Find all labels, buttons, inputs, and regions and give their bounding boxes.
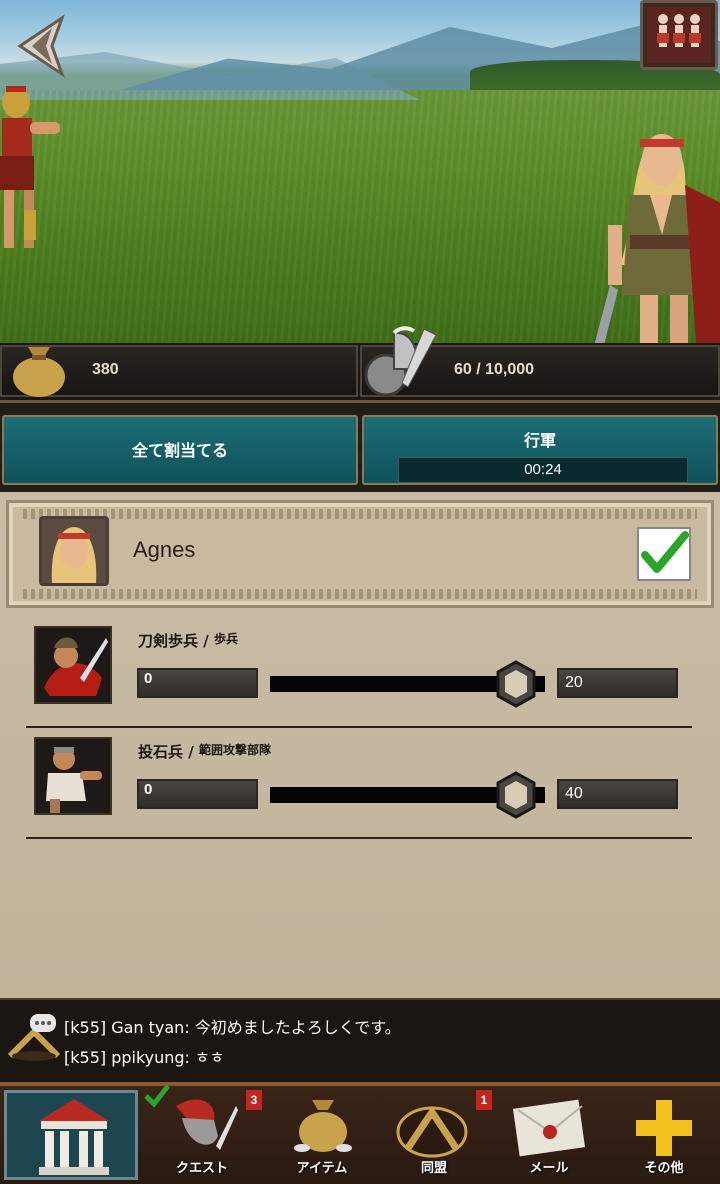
march-label: 行軍 xyxy=(523,431,556,450)
swordsman-icon xyxy=(34,626,112,704)
slider-knob-icon[interactable] xyxy=(494,660,538,708)
quest-badge: 3 xyxy=(246,1090,262,1110)
hero-name: Agnes xyxy=(133,537,196,562)
row-divider xyxy=(26,726,692,728)
plus-icon xyxy=(636,1100,692,1156)
hero-select-checkbox[interactable] xyxy=(637,527,691,581)
chat-panel[interactable]: [k55] Gan tyan: 今初めましたよろしくです。 [k55] ppik… xyxy=(0,998,720,1084)
chat-message: [k55] ppikyung: ㅎㅎ xyxy=(64,1048,225,1067)
nav-item-label: アイテム xyxy=(296,1161,348,1176)
spartan-warrior-figure xyxy=(0,86,60,248)
available-count-input[interactable]: 40 xyxy=(557,779,678,809)
assigned-count: 0 xyxy=(137,779,258,809)
assign-all-label: 全て割当てる xyxy=(131,441,228,460)
nav-alliance-label: 同盟 xyxy=(420,1161,447,1176)
march-timer: 00:24 xyxy=(398,457,688,483)
unit-row-slinger: 投石兵 / 範囲攻撃部隊 0 40 xyxy=(0,731,720,841)
available-count-input[interactable]: 20 xyxy=(557,668,678,698)
unit-type: 範囲攻撃部隊 xyxy=(198,743,271,757)
nav-quest[interactable]: 3 クエスト xyxy=(142,1084,262,1180)
checkmark-icon xyxy=(641,531,689,573)
hero-card[interactable]: Agnes xyxy=(6,500,714,608)
envelope-icon xyxy=(512,1099,586,1157)
nav-other[interactable]: その他 xyxy=(608,1090,720,1180)
army-formation-button[interactable] xyxy=(640,0,718,70)
slider-knob-icon[interactable] xyxy=(494,771,538,819)
nav-alliance[interactable]: 1 同盟 xyxy=(376,1090,492,1180)
nav-quest-label: クエスト xyxy=(175,1161,228,1176)
back-arrow-icon[interactable] xyxy=(14,14,70,78)
spartan-helmet-icon xyxy=(176,1099,238,1150)
hero-avatar xyxy=(39,516,109,586)
bottom-nav: 3 クエスト アイテム 1 同盟 メール その他 xyxy=(0,1082,720,1184)
row-divider xyxy=(26,837,692,839)
resource-bar: 380 60 / 10,000 xyxy=(0,326,720,400)
assigned-count: 0 xyxy=(137,668,258,698)
assignment-panel: Agnes 刀剣歩兵 / 歩兵 0 20 投石兵 / 範囲攻撃部隊 0 40 xyxy=(0,492,720,998)
unit-row-swordsman: 刀剣歩兵 / 歩兵 0 20 xyxy=(0,620,720,730)
greek-border-bottom xyxy=(23,589,697,599)
march-button[interactable]: 行軍 00:24 xyxy=(362,415,718,485)
unit-name: 投石兵 / 範囲攻撃部隊 xyxy=(138,741,271,762)
troop-count: 60 / 10,000 xyxy=(454,361,535,378)
assign-all-button[interactable]: 全て割当てる xyxy=(2,415,358,485)
gold-panel: 380 xyxy=(0,345,358,397)
gold-sack-icon xyxy=(294,1100,352,1152)
unit-class-name: 投石兵 / xyxy=(138,743,199,761)
temple-icon xyxy=(39,1099,109,1175)
gold-amount: 380 xyxy=(92,361,119,378)
helmet-sword-icon xyxy=(364,326,437,397)
gold-sack-icon xyxy=(13,347,65,397)
chat-bubble-icon[interactable] xyxy=(8,1012,60,1062)
nav-mail-label: メール xyxy=(529,1161,569,1176)
nav-mail[interactable]: メール xyxy=(490,1090,608,1180)
greek-border-top xyxy=(23,509,697,519)
unit-class-name: 刀剣歩兵 / xyxy=(138,632,214,650)
slinger-icon xyxy=(34,737,112,815)
nav-item[interactable]: アイテム xyxy=(262,1090,382,1180)
troops-panel: 60 / 10,000 xyxy=(360,326,720,397)
action-bar: 全て割当てる 行軍 00:24 xyxy=(0,400,720,495)
nav-home[interactable] xyxy=(4,1090,138,1180)
alliance-emblem-icon xyxy=(396,1105,468,1158)
nav-other-label: その他 xyxy=(644,1161,684,1176)
chat-message: [k55] Gan tyan: 今初めましたよろしくです。 xyxy=(64,1018,401,1037)
battle-scene xyxy=(0,0,720,345)
unit-type: 歩兵 xyxy=(213,632,238,646)
amazon-warrior-figure xyxy=(594,134,720,345)
soldiers-icon xyxy=(647,7,711,63)
unit-name: 刀剣歩兵 / 歩兵 xyxy=(138,630,238,651)
